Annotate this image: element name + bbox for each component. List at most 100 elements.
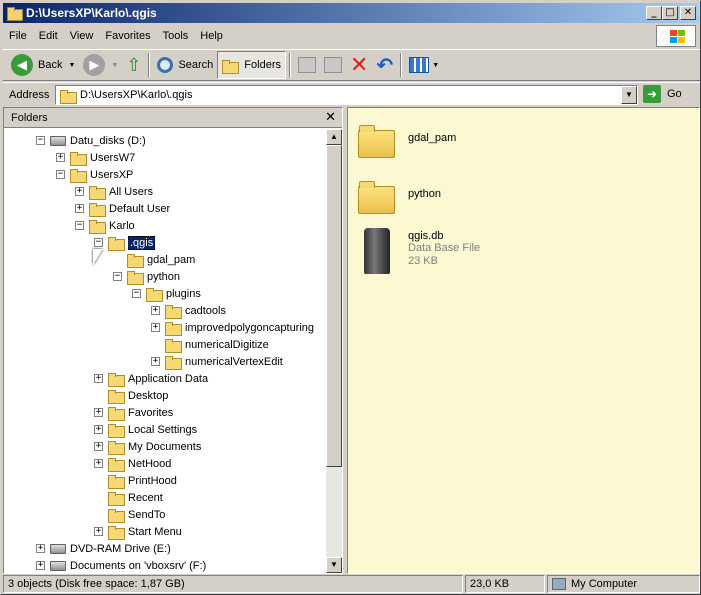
menu-favorites[interactable]: Favorites <box>99 30 156 42</box>
close-button[interactable]: ✕ <box>680 6 696 20</box>
delete-button[interactable]: ✕ <box>346 51 372 79</box>
collapse-icon[interactable]: − <box>94 238 103 247</box>
tree-item[interactable]: gdal_pam <box>127 251 195 268</box>
tree-item[interactable]: − Datu_disks (D:) <box>36 132 146 149</box>
minimize-button[interactable]: _ <box>646 6 662 20</box>
tree-item-label: gdal_pam <box>147 253 196 266</box>
folder-icon <box>108 236 125 251</box>
move-to-button[interactable] <box>294 51 320 79</box>
folder-icon <box>165 355 182 370</box>
expand-icon[interactable]: + <box>75 187 84 196</box>
menu-edit[interactable]: Edit <box>33 30 64 42</box>
tree-item[interactable]: + Documents on 'vboxsrv' (F:) <box>36 557 206 573</box>
tree-item[interactable]: + My Documents <box>94 438 202 455</box>
maximize-button[interactable]: □ <box>662 6 678 20</box>
expand-icon[interactable]: + <box>151 306 160 315</box>
tree-item[interactable]: Recent <box>108 489 163 506</box>
address-bar: Address D:\UsersXP\Karlo\.qgis ▼ ➜ Go <box>3 82 700 106</box>
collapse-icon[interactable]: − <box>36 136 45 145</box>
tree-item-label: UsersXP <box>90 168 134 181</box>
tree-item[interactable]: Desktop <box>108 387 168 404</box>
expand-icon[interactable]: + <box>94 408 103 417</box>
folders-label: Folders <box>244 59 281 71</box>
scroll-down-button[interactable]: ▼ <box>326 557 342 573</box>
drive-icon <box>50 543 66 554</box>
tree-item[interactable]: SendTo <box>108 506 165 523</box>
tree-item[interactable]: + NetHood <box>94 455 171 472</box>
forward-dropdown-icon[interactable]: ▼ <box>111 62 118 69</box>
close-pane-button[interactable]: ✕ <box>325 110 336 125</box>
expand-icon[interactable]: + <box>75 204 84 213</box>
list-item[interactable]: qgis.db Data Base File 23 KB <box>358 228 480 274</box>
go-button[interactable]: ➜ Go <box>643 85 682 103</box>
expand-icon[interactable]: + <box>94 459 103 468</box>
collapse-icon[interactable]: − <box>113 272 122 281</box>
views-button[interactable]: ▼ <box>405 51 443 79</box>
tree-item[interactable]: numericalDigitize <box>165 336 269 353</box>
forward-button[interactable]: ▶ ▼ <box>79 51 122 79</box>
expand-icon[interactable]: + <box>36 544 45 553</box>
expand-icon[interactable]: + <box>94 442 103 451</box>
vertical-scrollbar[interactable]: ▲ ▼ <box>326 129 342 573</box>
expand-icon[interactable]: + <box>151 323 160 332</box>
collapse-icon[interactable]: − <box>56 170 65 179</box>
tree-item[interactable]: + numericalVertexEdit <box>151 353 283 370</box>
tree-item[interactable]: − .qgis <box>94 234 156 251</box>
tree-item[interactable]: − Karlo <box>75 217 135 234</box>
tree-item[interactable]: + Favorites <box>94 404 173 421</box>
back-dropdown-icon[interactable]: ▼ <box>68 62 75 69</box>
undo-icon: ↶ <box>376 53 394 77</box>
collapse-icon[interactable]: − <box>132 289 141 298</box>
menu-file[interactable]: File <box>3 30 33 42</box>
expand-icon[interactable]: + <box>94 374 103 383</box>
menu-view[interactable]: View <box>64 30 100 42</box>
tree-item[interactable]: + All Users <box>75 183 153 200</box>
menu-bar: File Edit View Favorites Tools Help <box>3 25 658 47</box>
folder-icon <box>70 151 87 166</box>
menu-tools[interactable]: Tools <box>157 30 195 42</box>
scroll-thumb[interactable] <box>326 145 342 467</box>
tree-item[interactable]: + Start Menu <box>94 523 182 540</box>
folders-pane-header: Folders ✕ <box>4 108 342 128</box>
tree-item-label: plugins <box>166 287 201 300</box>
tree-item[interactable]: − plugins <box>132 285 201 302</box>
item-type: Data Base File <box>408 242 481 254</box>
undo-button[interactable]: ↶ <box>372 51 397 79</box>
expand-icon[interactable]: + <box>94 425 103 434</box>
tree-item[interactable]: + Application Data <box>94 370 208 387</box>
scroll-up-button[interactable]: ▲ <box>326 129 342 145</box>
folders-button[interactable]: Folders <box>217 51 286 79</box>
tree-item[interactable]: − UsersXP <box>56 166 134 183</box>
tree-item[interactable]: + Local Settings <box>94 421 197 438</box>
tree-item-label: My Documents <box>128 440 202 453</box>
title-bar[interactable]: D:\UsersXP\Karlo\.qgis _ □ ✕ <box>3 3 699 23</box>
list-item[interactable]: python <box>358 178 441 214</box>
folder-icon <box>165 321 182 336</box>
copy-to-button[interactable] <box>320 51 346 79</box>
back-button[interactable]: ◀ Back ▼ <box>7 51 79 79</box>
expand-icon[interactable]: + <box>56 153 65 162</box>
tree-item[interactable]: + Default User <box>75 200 171 217</box>
folder-icon <box>127 253 144 268</box>
folder-icon <box>165 304 182 319</box>
tree-item[interactable]: PrintHood <box>108 472 177 489</box>
folder-icon <box>358 122 395 158</box>
up-button[interactable]: ⇧ <box>122 51 145 79</box>
address-input[interactable]: D:\UsersXP\Karlo\.qgis ▼ <box>55 85 638 105</box>
menu-help[interactable]: Help <box>194 30 229 42</box>
search-button[interactable]: Search <box>153 51 217 79</box>
tree-item-label: Default User <box>109 202 171 215</box>
tree-item[interactable]: − python <box>113 268 180 285</box>
folder-icon <box>60 89 77 104</box>
tree-item[interactable]: + DVD-RAM Drive (E:) <box>36 540 171 557</box>
expand-icon[interactable]: + <box>151 357 160 366</box>
collapse-icon[interactable]: − <box>75 221 84 230</box>
expand-icon[interactable]: + <box>94 527 103 536</box>
expand-icon[interactable]: + <box>36 561 45 570</box>
address-dropdown-button[interactable]: ▼ <box>621 86 637 104</box>
list-item[interactable]: gdal_pam <box>358 122 456 158</box>
folder-icon <box>108 440 125 455</box>
tree-item[interactable]: + cadtools <box>151 302 226 319</box>
tree-item[interactable]: + improvedpolygoncapturing <box>151 319 314 336</box>
tree-item[interactable]: + UsersW7 <box>56 149 135 166</box>
